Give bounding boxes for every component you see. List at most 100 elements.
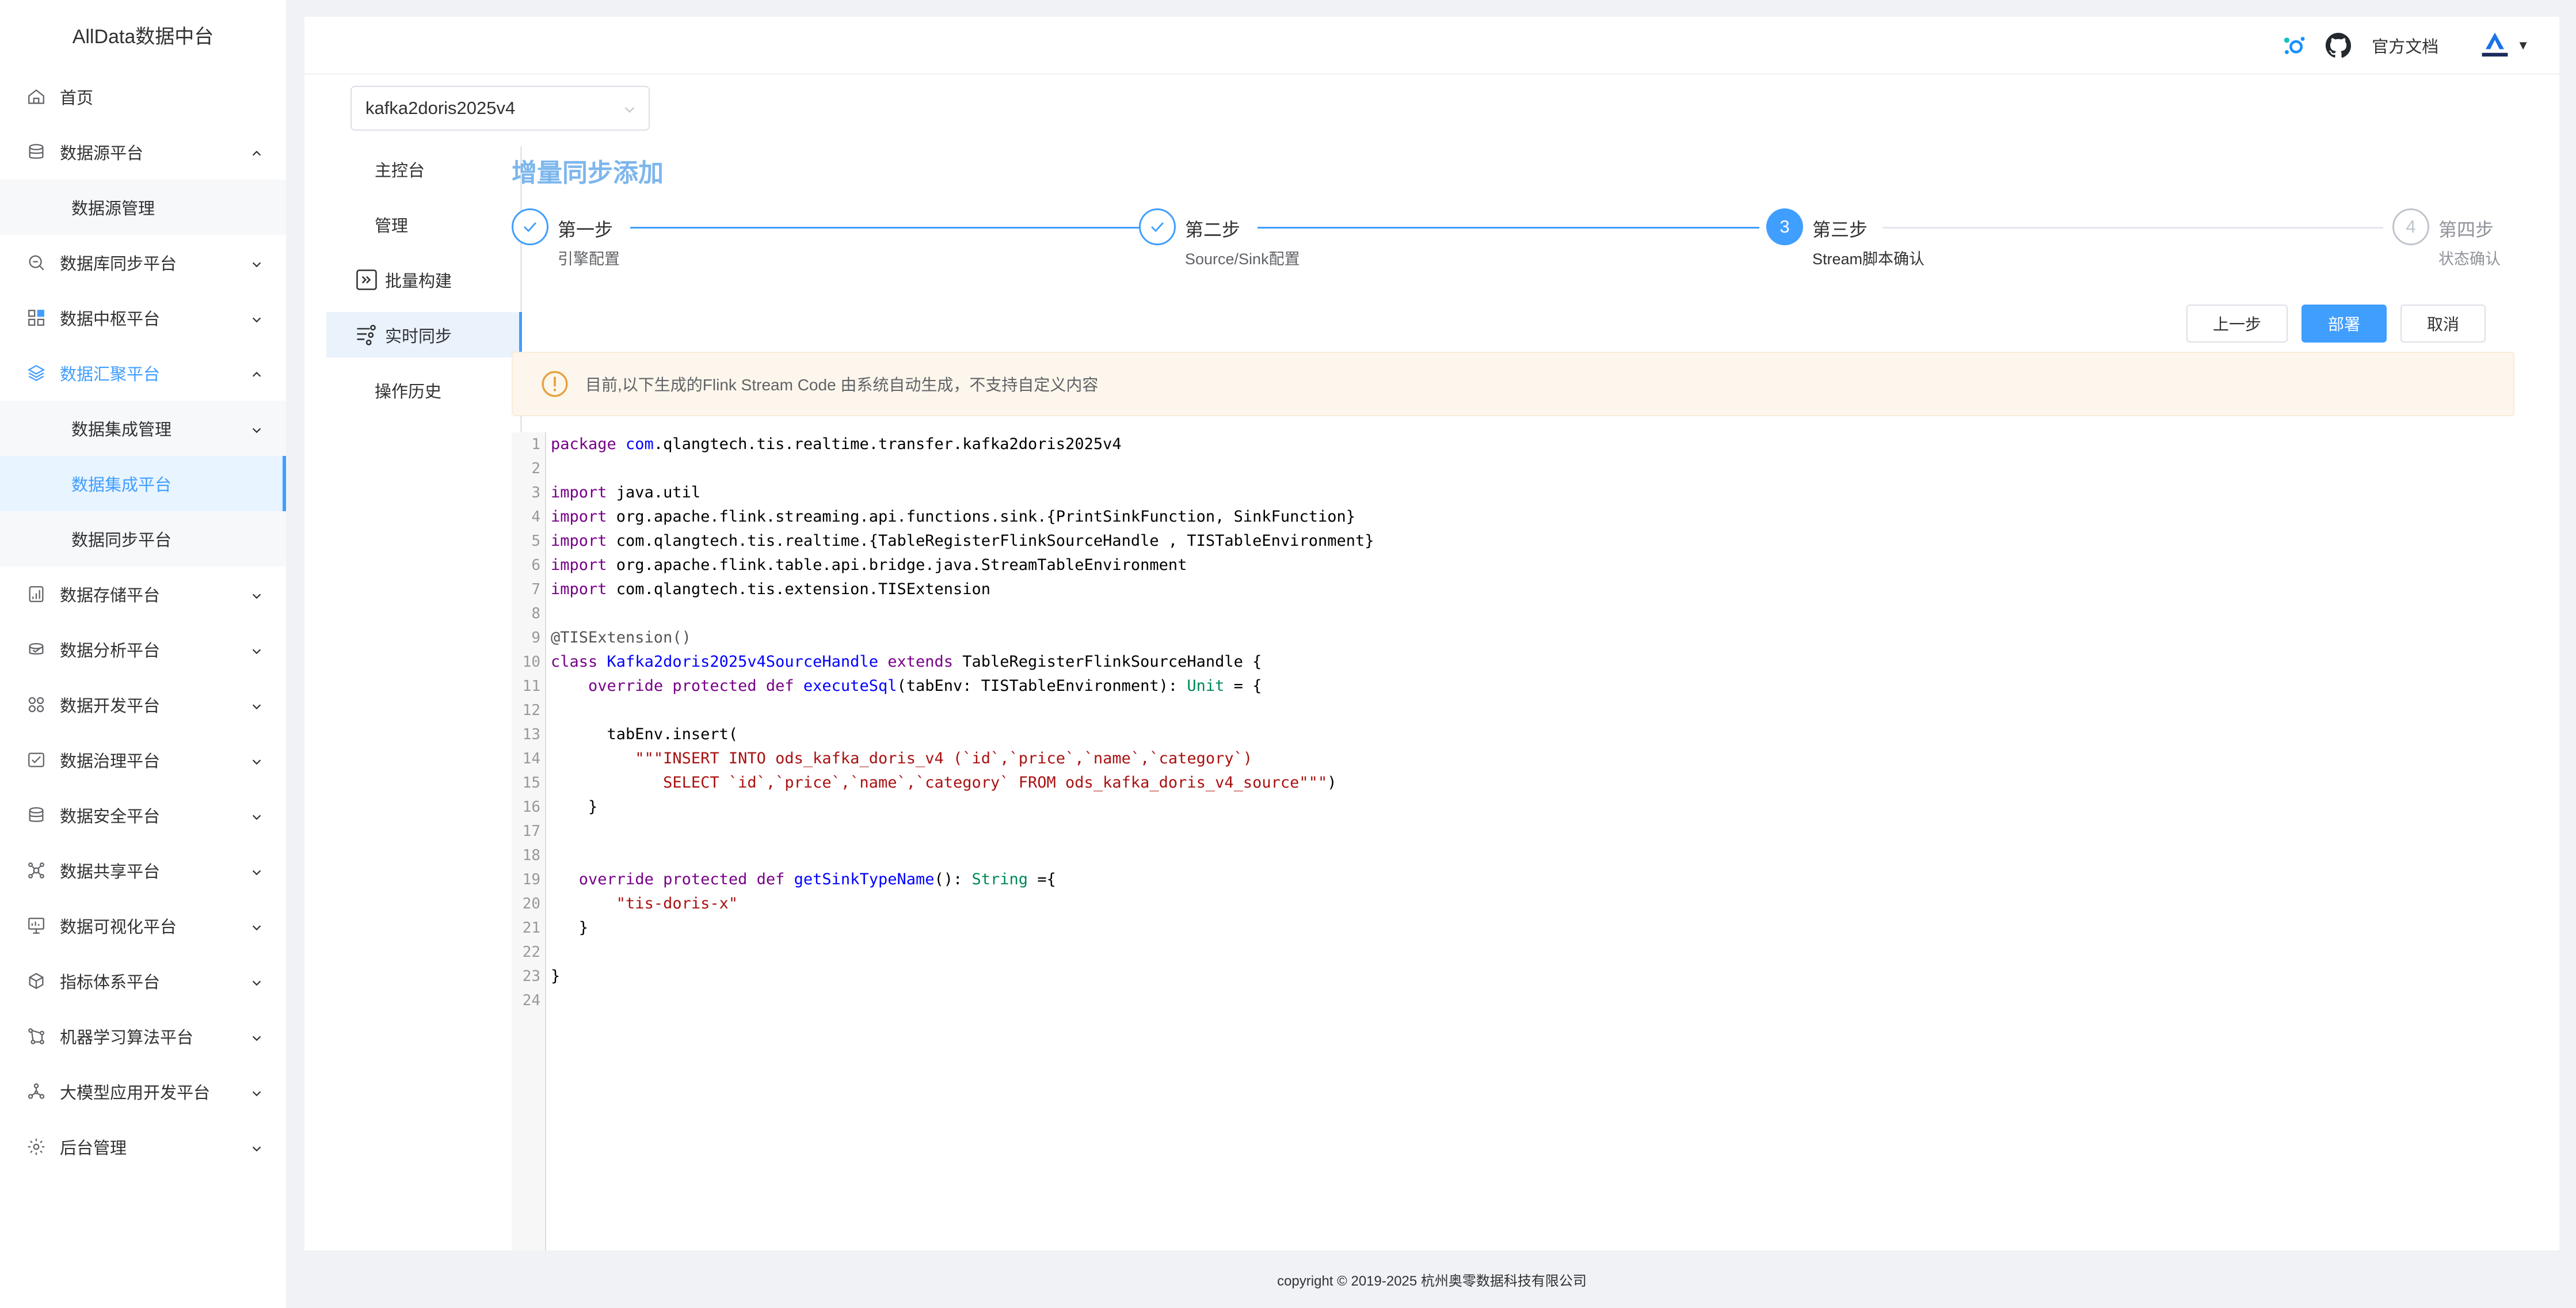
github-icon[interactable] (2325, 32, 2352, 59)
app-title: AllData数据中台 (72, 25, 214, 48)
admin-icon (26, 1137, 46, 1157)
sidebar: AllData数据中台 首页数据源平台数据源管理 数据库同步平台数据中枢平台 数据汇… (0, 0, 286, 1308)
chevron-down-icon (250, 809, 263, 822)
sidebar-subitem-4-0[interactable]: 数据集成管理 (0, 401, 286, 456)
line-number: 14 (522, 750, 540, 767)
user-menu[interactable]: ▼ (2476, 27, 2529, 64)
sidebar-item-label: 数据共享平台 (60, 863, 161, 881)
sidebar-item-13[interactable]: 机器学习算法平台 (0, 1009, 286, 1064)
llm-icon (26, 1082, 46, 1101)
pipeline-select-value: kafka2doris2025v4 (365, 98, 516, 118)
wizard-title: 增量同步添加 (512, 159, 664, 187)
step-connector (1883, 227, 2383, 229)
line-number: 3 (531, 484, 540, 501)
sidebar-item-11[interactable]: 数据可视化平台 (0, 898, 286, 953)
chevron-down-icon (250, 864, 263, 877)
nav-tab-0[interactable]: 主控台 (326, 146, 522, 192)
sidebar-item-12[interactable]: 指标体系平台 (0, 953, 286, 1009)
sidebar-item-label: 机器学习算法平台 (60, 1029, 194, 1047)
line-number: 6 (531, 557, 540, 574)
sidebar-item-label: 数据汇聚平台 (60, 366, 161, 384)
deploy-button[interactable]: 部署 (2301, 305, 2387, 343)
nav-tab-2[interactable]: 批量构建 (326, 257, 522, 302)
sidebar-item-label: 数据源平台 (60, 145, 144, 163)
nav-tab-1[interactable]: 管理 (326, 201, 522, 247)
copyright-text: copyright © 2019-2025 杭州奥零数据科技有限公司 (1277, 1273, 1587, 1289)
sidebar-item-label: 数据存储平台 (60, 587, 161, 605)
sidebar-subitem-1-0[interactable]: 数据源管理 (0, 180, 286, 235)
chevron-down-icon (250, 975, 263, 987)
sidebar-item-4[interactable]: 数据汇聚平台 (0, 345, 286, 401)
line-number: 5 (531, 533, 540, 550)
sidebar-subitem-4-2[interactable]: 数据同步平台 (0, 511, 286, 566)
sidebar-item-label: 数据治理平台 (60, 752, 161, 771)
line-number: 24 (522, 992, 540, 1009)
code-line: @TISExtension() (551, 629, 691, 647)
sidebar-item-8[interactable]: 数据治理平台 (0, 732, 286, 788)
chevron-down-icon (250, 256, 263, 269)
nav-tab-label: 主控台 (375, 161, 425, 180)
nav-tab-label: 实时同步 (385, 327, 452, 346)
nav-tab-label: 批量构建 (385, 272, 452, 291)
avatar (2482, 32, 2508, 57)
top-header: 官方文档 ▼ (304, 17, 2559, 74)
home-icon (26, 87, 46, 107)
sidebar-item-label: 大模型应用开发平台 (60, 1084, 211, 1102)
sidebar-item-2[interactable]: 数据库同步平台 (0, 235, 286, 290)
sidebar-item-5[interactable]: 数据存储平台 (0, 566, 286, 622)
prev-step-button[interactable]: 上一步 (2186, 305, 2288, 343)
sidebar-item-0[interactable]: 首页 (0, 69, 286, 124)
official-docs-link[interactable]: 官方文档 (2372, 33, 2438, 58)
sidebar-item-7[interactable]: 数据开发平台 (0, 677, 286, 732)
sidebar-item-15[interactable]: 后台管理 (0, 1119, 286, 1174)
pipeline-nav: 主控台管理批量构建实时同步操作历史 (326, 146, 522, 1250)
sidebar-item-14[interactable]: 大模型应用开发平台 (0, 1064, 286, 1119)
line-number-gutter: 1 2 3 4 5 6 7 8 9 10 11 12 13 14 15 16 17 18 19 20 21 22 23 24 (512, 432, 546, 1250)
code-editor[interactable]: 1 2 3 4 5 6 7 8 9 10 11 12 13 14 15 16 17 18 19 20 21 22 23 24 … (512, 432, 2514, 1250)
sidebar-item-label: 首页 (60, 89, 94, 108)
database-icon (26, 142, 46, 162)
warning-icon (540, 370, 569, 398)
pipeline-select[interactable]: kafka2doris2025v4 (350, 86, 650, 131)
line-number: 17 (522, 823, 540, 840)
nav-tab-3[interactable]: 实时同步 (326, 312, 522, 358)
line-number: 18 (522, 847, 540, 864)
sidebar-item-6[interactable]: 数据分析平台 (0, 622, 286, 677)
nav-tab-label: 管理 (375, 216, 409, 235)
integration-logo-icon[interactable] (2280, 32, 2307, 59)
sidebar-item-9[interactable]: 数据安全平台 (0, 788, 286, 843)
storage-icon (26, 584, 46, 604)
dev-icon (26, 695, 46, 714)
chevron-down-icon (250, 1030, 263, 1043)
chevron-down-icon (250, 754, 263, 766)
code-line: class Kafka2doris2025v4SourceHandle exte… (551, 653, 1262, 671)
sidebar-subitem-4-1[interactable]: 数据集成平台 (0, 456, 286, 511)
code-line: import org.apache.flink.streaming.api.fu… (551, 508, 1355, 526)
nav-tab-4[interactable]: 操作历史 (326, 367, 522, 413)
sidebar-item-10[interactable]: 数据共享平台 (0, 843, 286, 898)
line-number: 19 (522, 871, 540, 888)
check-icon (1139, 208, 1176, 245)
sidebar-item-label: 数据中枢平台 (60, 310, 161, 329)
chevron-down-icon (250, 588, 263, 600)
code-line: } (551, 798, 598, 816)
code-line: override protected def getSinkTypeName()… (578, 870, 1056, 888)
sidebar-item-3[interactable]: 数据中枢平台 (0, 290, 286, 345)
chevron-down-icon (250, 1085, 263, 1098)
sidebar-subitem-label: 数据同步平台 (71, 531, 172, 550)
step-title: 第二步 (1185, 219, 1241, 240)
share-icon (26, 861, 46, 880)
cancel-button[interactable]: 取消 (2400, 305, 2486, 343)
sidebar-item-label: 指标体系平台 (60, 974, 161, 992)
line-number: 2 (531, 460, 540, 477)
alert-text: 目前,以下生成的Flink Stream Code 由系统自动生成，不支持自定义… (585, 376, 1099, 394)
step-connector (630, 227, 1148, 229)
step-title: 第三步 (1812, 219, 1868, 240)
sidebar-item-1[interactable]: 数据源平台 (0, 124, 286, 180)
line-number: 12 (522, 702, 540, 719)
